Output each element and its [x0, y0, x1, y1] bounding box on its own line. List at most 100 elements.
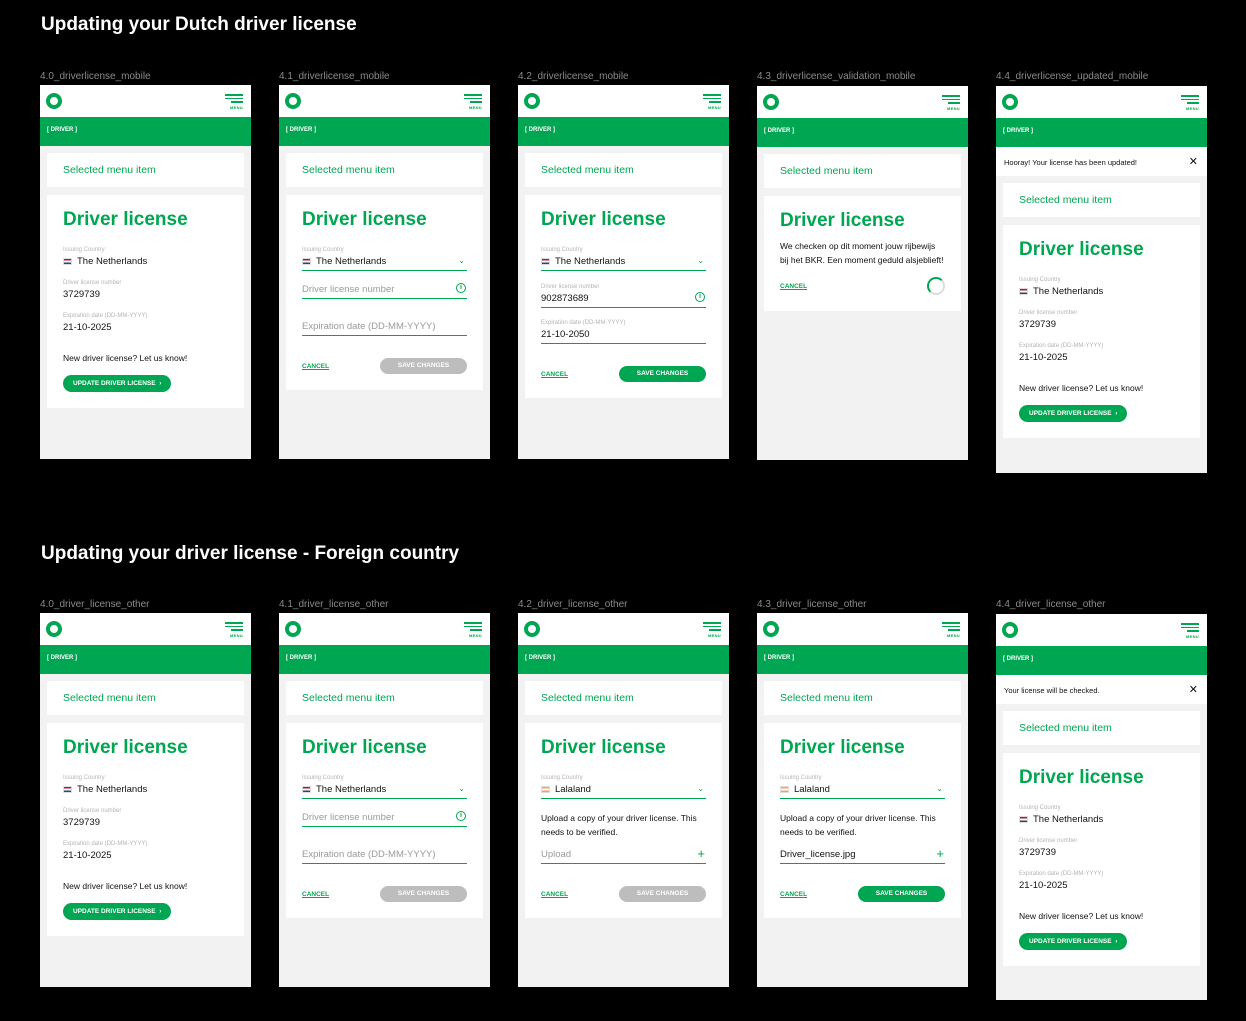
logo-icon[interactable]: [1002, 94, 1018, 110]
logo-icon[interactable]: [46, 93, 62, 109]
selected-menu-item[interactable]: Selected menu item: [1003, 711, 1200, 745]
close-icon[interactable]: ✕: [1189, 683, 1198, 696]
selected-menu-item[interactable]: Selected menu item: [286, 681, 483, 715]
expiration-placeholder: Expiration date (DD-MM-YYYY): [302, 849, 436, 860]
issuing-country-value: The Netherlands: [77, 256, 148, 267]
save-button-disabled[interactable]: SAVE CHANGES: [380, 358, 467, 374]
plus-icon[interactable]: +: [697, 846, 705, 861]
issuing-country-label: Issuing Country: [302, 775, 344, 781]
logo-icon[interactable]: [763, 94, 779, 110]
update-license-label: UPDATE DRIVER LICENSE: [1029, 938, 1112, 945]
mobile-frame: MENU [ DRIVER ] Selected menu item Drive…: [279, 613, 490, 987]
upload-field[interactable]: Driver_license.jpg +: [780, 846, 945, 864]
plus-icon[interactable]: +: [936, 846, 944, 861]
top-bar: MENU: [757, 613, 968, 645]
update-license-label: UPDATE DRIVER LICENSE: [73, 380, 156, 387]
selected-menu-item[interactable]: Selected menu item: [764, 154, 961, 188]
menu-button[interactable]: MENU: [942, 95, 960, 111]
menu-button[interactable]: MENU: [1181, 95, 1199, 111]
driver-bar: [ DRIVER ]: [757, 118, 968, 147]
country-select[interactable]: The Netherlands ⌄: [541, 256, 706, 271]
update-license-label: UPDATE DRIVER LICENSE: [1029, 410, 1112, 417]
expiration-input[interactable]: Expiration date (DD-MM-YYYY): [302, 321, 467, 336]
save-button-disabled[interactable]: SAVE CHANGES: [380, 886, 467, 902]
upload-instructions: Upload a copy of your driver license. Th…: [780, 813, 936, 837]
cancel-link[interactable]: CANCEL: [541, 371, 568, 378]
info-icon[interactable]: i: [695, 292, 705, 302]
mobile-frame: MENU [ DRIVER ] Selected menu item Drive…: [279, 85, 490, 459]
expiration-placeholder: Expiration date (DD-MM-YYYY): [302, 321, 436, 332]
menu-button[interactable]: MENU: [225, 622, 243, 638]
number-label: Driver license number: [63, 808, 122, 814]
close-icon[interactable]: ✕: [1189, 155, 1198, 168]
expiration-label: Expiration date (DD-MM-YYYY): [1019, 343, 1104, 349]
country-select[interactable]: Lalaland ⌄: [541, 784, 706, 799]
save-button[interactable]: SAVE CHANGES: [858, 886, 945, 902]
menu-button[interactable]: MENU: [225, 94, 243, 110]
selected-menu-item[interactable]: Selected menu item: [525, 153, 722, 187]
menu-label: MENU: [1186, 633, 1199, 639]
flag-nl-icon: [541, 258, 550, 265]
number-input[interactable]: 902873689 i: [541, 292, 706, 308]
menu-button[interactable]: MENU: [464, 622, 482, 638]
selected-menu-item[interactable]: Selected menu item: [286, 153, 483, 187]
logo-icon[interactable]: [285, 93, 301, 109]
top-bar: MENU: [757, 86, 968, 118]
page-title: Driver license: [302, 737, 427, 758]
selected-menu-item[interactable]: Selected menu item: [764, 681, 961, 715]
expiration-input-value: 21-10-2050: [541, 329, 590, 340]
logo-icon[interactable]: [763, 621, 779, 637]
number-label: Driver license number: [541, 284, 600, 290]
update-license-button[interactable]: UPDATE DRIVER LICENSE ›: [63, 903, 172, 920]
selected-menu-item[interactable]: Selected menu item: [1003, 183, 1200, 217]
logo-icon[interactable]: [285, 621, 301, 637]
info-icon[interactable]: i: [456, 811, 466, 821]
cancel-link[interactable]: CANCEL: [780, 891, 807, 898]
menu-label: MENU: [230, 104, 243, 110]
menu-button[interactable]: MENU: [703, 94, 721, 110]
info-icon[interactable]: i: [456, 283, 466, 293]
mobile-frame: MENU [ DRIVER ] Selected menu item Drive…: [757, 86, 968, 460]
flag-nl-icon: [302, 258, 311, 265]
top-bar: MENU: [279, 85, 490, 117]
country-select[interactable]: The Netherlands ⌄: [302, 256, 467, 271]
top-bar: MENU: [279, 613, 490, 645]
menu-button[interactable]: MENU: [1181, 623, 1199, 639]
expiration-label: Expiration date (DD-MM-YYYY): [63, 841, 148, 847]
number-label: Driver license number: [1019, 838, 1078, 844]
license-card: Driver license Issuing Country Lalaland ⌄…: [525, 723, 722, 918]
cancel-link[interactable]: CANCEL: [780, 283, 807, 290]
logo-icon[interactable]: [1002, 622, 1018, 638]
selected-menu-item[interactable]: Selected menu item: [47, 153, 244, 187]
menu-button[interactable]: MENU: [464, 94, 482, 110]
number-value: 3729739: [63, 289, 100, 300]
save-button[interactable]: SAVE CHANGES: [619, 366, 706, 382]
country-select[interactable]: The Netherlands ⌄: [302, 784, 467, 799]
cancel-link[interactable]: CANCEL: [302, 363, 329, 370]
logo-icon[interactable]: [524, 93, 540, 109]
selected-menu-item[interactable]: Selected menu item: [47, 681, 244, 715]
logo-icon[interactable]: [524, 621, 540, 637]
license-card: Driver license Issuing Country The Nethe…: [286, 723, 483, 918]
info-notice: Your license will be checked. ✕: [996, 675, 1207, 704]
number-input[interactable]: Driver license number i: [302, 811, 467, 827]
cancel-link[interactable]: CANCEL: [302, 891, 329, 898]
issuing-country-value: The Netherlands: [77, 784, 148, 795]
menu-button[interactable]: MENU: [703, 622, 721, 638]
selected-menu-item[interactable]: Selected menu item: [525, 681, 722, 715]
expiration-input[interactable]: 21-10-2050: [541, 329, 706, 344]
driver-bar: [ DRIVER ]: [518, 117, 729, 146]
number-input[interactable]: Driver license number i: [302, 283, 467, 299]
expiration-input[interactable]: Expiration date (DD-MM-YYYY): [302, 849, 467, 864]
logo-icon[interactable]: [46, 621, 62, 637]
update-license-button[interactable]: UPDATE DRIVER LICENSE ›: [63, 375, 172, 392]
upload-field[interactable]: Upload +: [541, 846, 706, 864]
menu-button[interactable]: MENU: [942, 622, 960, 638]
save-button-disabled[interactable]: SAVE CHANGES: [619, 886, 706, 902]
update-license-button[interactable]: UPDATE DRIVER LICENSE ›: [1019, 405, 1128, 422]
flag-nl-icon: [1019, 288, 1028, 295]
country-select[interactable]: Lalaland ⌄: [780, 784, 945, 799]
cancel-link[interactable]: CANCEL: [541, 891, 568, 898]
update-license-button[interactable]: UPDATE DRIVER LICENSE ›: [1019, 933, 1128, 950]
frame-label: 4.2_driverlicense_mobile: [518, 71, 629, 82]
